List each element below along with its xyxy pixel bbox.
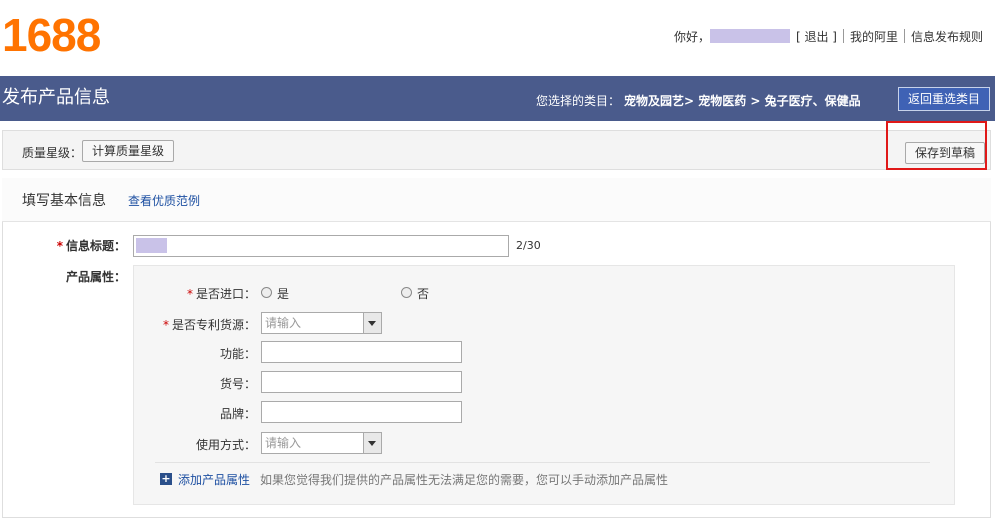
plus-icon[interactable]: + [160, 473, 172, 485]
highlight-box [886, 121, 987, 170]
chevron-down-icon [363, 433, 381, 453]
category-label: 您选择的类目： [536, 94, 621, 108]
title-field-label: * 信息标题： [40, 237, 126, 254]
title-char-counter: 2/30 [516, 239, 541, 252]
logo-1688[interactable]: 1688 [2, 12, 101, 58]
patent-source-select[interactable]: 请输入 [261, 312, 382, 334]
imported-no-radio[interactable] [401, 287, 412, 298]
add-attribute-hint: 如果您觉得我们提供的产品属性无法满足您的需要，您可以手动添加产品属性 [260, 473, 669, 487]
nav-divider [903, 29, 905, 43]
function-label: 功能： [219, 347, 256, 361]
greeting-text: 你好， [673, 29, 710, 44]
title-input[interactable] [133, 235, 509, 257]
attributes-label: 产品属性： [65, 270, 126, 284]
nav-divider [842, 29, 844, 43]
my-alibaba-link[interactable]: 我的阿里 [850, 28, 898, 45]
usage-select[interactable]: 请输入 [261, 432, 382, 454]
required-asterisk: * [56, 239, 63, 253]
quality-sample-link[interactable]: 查看优质范例 [128, 192, 200, 209]
attributes-box [133, 265, 955, 505]
usage-label: 使用方式： [195, 438, 256, 452]
title-value-redacted [136, 238, 167, 253]
imported-no-label: 否 [417, 287, 430, 301]
username-redacted [709, 29, 790, 43]
patent-source-placeholder: 请输入 [265, 316, 302, 330]
function-input[interactable] [261, 341, 462, 363]
imported-yes-radio[interactable] [261, 287, 272, 298]
item-no-label: 货号： [219, 377, 256, 391]
quality-star-label: 质量星级： [22, 146, 83, 160]
reselect-category-button[interactable]: 返回重选类目 [898, 87, 990, 111]
brand-input[interactable] [261, 401, 462, 423]
top-nav: 你好， [ 退出 ] 我的阿里 信息发布规则 [674, 28, 983, 44]
imported-label: * 是否进口： [150, 285, 256, 302]
page-title: 发布产品信息 [2, 87, 110, 108]
chevron-down-icon [363, 313, 381, 333]
add-attribute-link[interactable]: 添加产品属性 [178, 471, 250, 488]
logout-link[interactable]: [ 退出 ] [796, 28, 837, 45]
patent-source-label: * 是否专利货源： [150, 316, 256, 333]
usage-placeholder: 请输入 [265, 436, 302, 450]
title-label-text: 信息标题： [65, 239, 126, 253]
publish-rules-link[interactable]: 信息发布规则 [911, 28, 983, 45]
imported-label-text: 是否进口： [195, 287, 256, 301]
imported-yes-label: 是 [277, 287, 290, 301]
calculate-quality-button[interactable]: 计算质量星级 [82, 140, 174, 162]
patent-source-label-text: 是否专利货源： [171, 318, 256, 332]
category-path: 宠物及园艺> 宠物医药 > 兔子医疗、保健品 [624, 94, 861, 108]
brand-label: 品牌： [219, 407, 256, 421]
required-asterisk: * [186, 287, 193, 301]
section-title: 填写基本信息 [22, 193, 106, 209]
required-asterisk: * [162, 318, 169, 332]
attributes-divider [155, 462, 930, 463]
item-no-input[interactable] [261, 371, 462, 393]
